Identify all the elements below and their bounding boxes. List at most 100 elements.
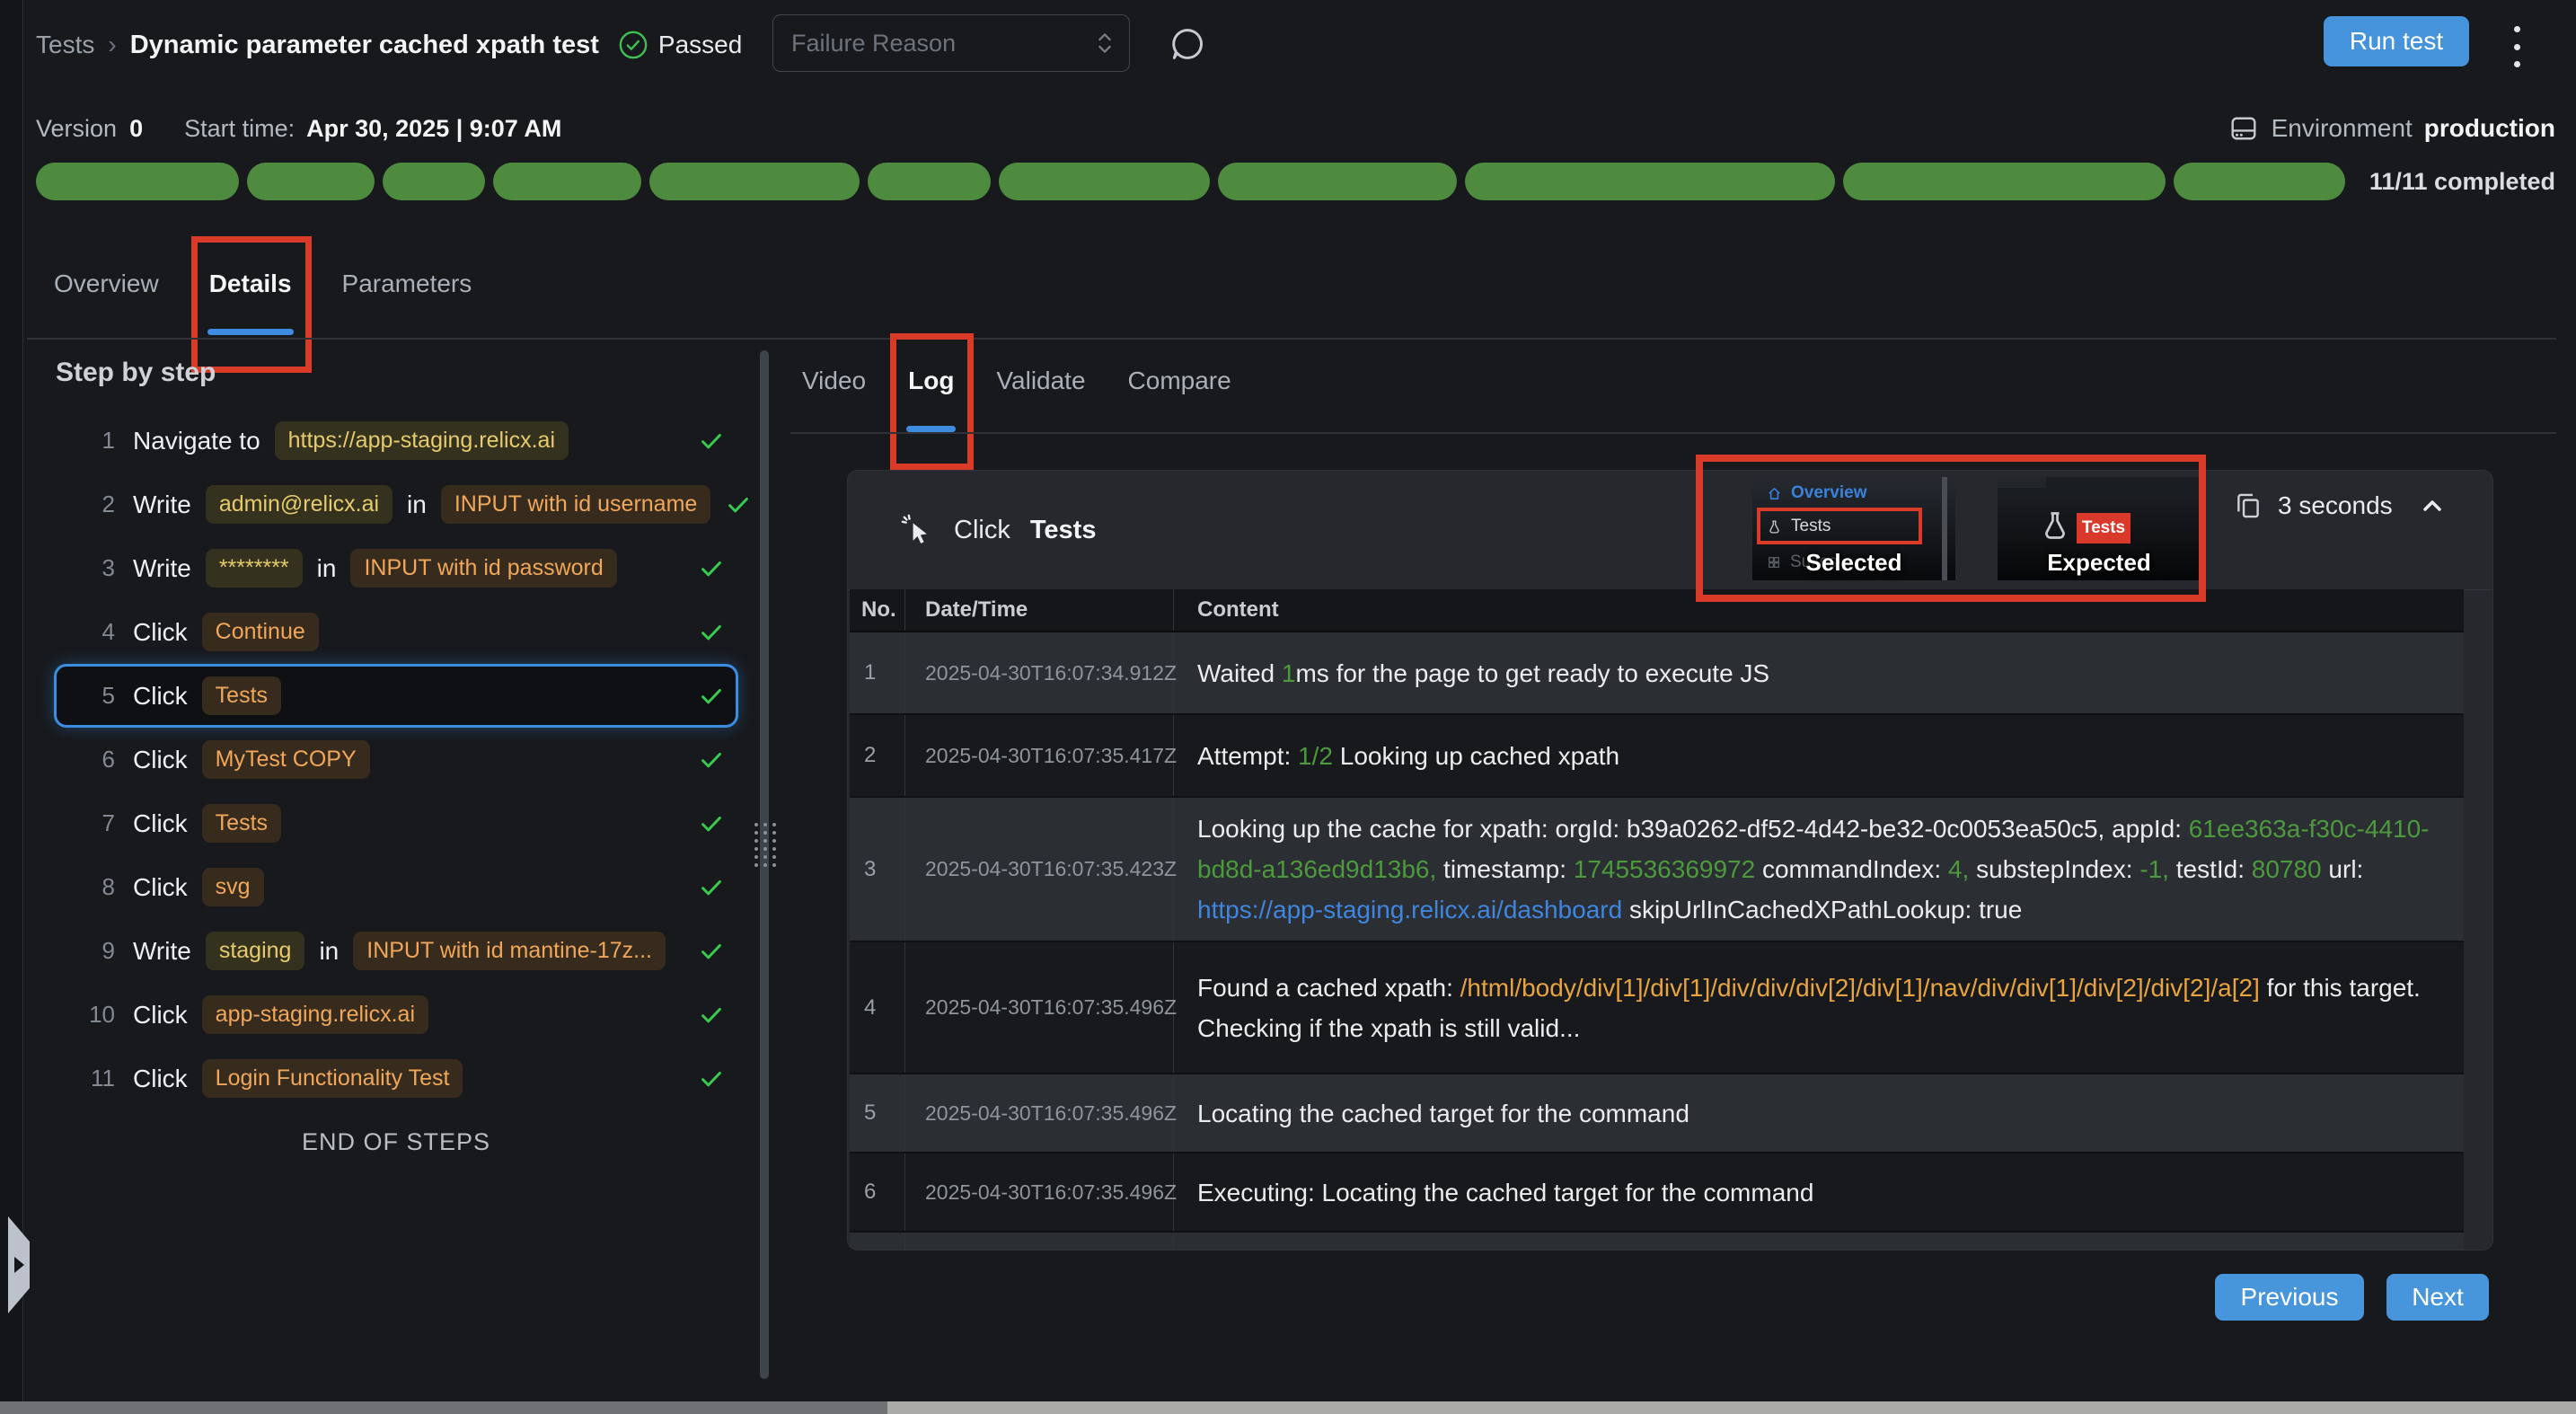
log-cell-content: Found a cached xpath: /html/body/div[1]/…: [1174, 942, 2464, 1073]
panel-resize-handle[interactable]: [754, 823, 777, 867]
tab-details[interactable]: Details: [209, 270, 292, 298]
comment-button[interactable]: [1168, 24, 1207, 68]
horizontal-scrollbar-thumb[interactable]: [887, 1401, 2576, 1414]
version-value: 0: [129, 115, 143, 143]
tab-label: Compare: [1128, 367, 1231, 394]
step-number: 1: [86, 427, 115, 455]
progress-segment: [1218, 163, 1457, 200]
progress-segment: [36, 163, 239, 200]
step-row-3[interactable]: 3Write********inINPUT with id password: [54, 536, 738, 600]
step-action: Click: [133, 1065, 188, 1093]
step-row-5[interactable]: 5ClickTests: [54, 664, 738, 728]
progress-segment: [383, 163, 485, 200]
step-row-7[interactable]: 7ClickTests: [54, 791, 738, 855]
sidebar-expand-handle[interactable]: [8, 1216, 30, 1313]
log-cell-content: Looking up the cache for xpath: orgId: b…: [1174, 798, 2464, 941]
app-root: Tests › Dynamic parameter cached xpath t…: [0, 0, 2576, 1414]
detail-tab-video[interactable]: Video: [802, 367, 866, 395]
next-button-label: Next: [2412, 1283, 2464, 1312]
environment-value: production: [2424, 114, 2555, 143]
step-action: in: [317, 554, 337, 583]
step-passed-check-icon: [698, 1002, 725, 1029]
log-cell-datetime: 2025-04-30T16:07:34.912Z: [905, 632, 1174, 713]
top-bar: Tests › Dynamic parameter cached xpath t…: [36, 0, 742, 90]
step-row-1[interactable]: 1Navigate tohttps://app-staging.relicx.a…: [54, 409, 738, 473]
progress-section: 11/11 completed: [36, 163, 2555, 200]
log-cell-content: Locating the cached target for the comma…: [1174, 1074, 2464, 1152]
log-cell-content: Waited 1ms for the page to get ready to …: [1174, 632, 2464, 713]
log-table: No. Date/Time Content 12025-04-30T16:07:…: [850, 589, 2464, 1251]
tab-label: Parameters: [342, 270, 472, 297]
steps-panel-title: Step by step: [56, 358, 216, 388]
step-action: Write: [133, 554, 191, 583]
step-row-6[interactable]: 6ClickMyTest COPY: [54, 728, 738, 791]
step-action: Click: [133, 1001, 188, 1030]
breadcrumb-tests[interactable]: Tests: [36, 31, 94, 59]
step-target-chip: https://app-staging.relicx.ai: [275, 421, 569, 460]
detail-tab-log[interactable]: Log: [908, 367, 954, 395]
step-row-4[interactable]: 4ClickContinue: [54, 600, 738, 664]
step-row-2[interactable]: 2Writeadmin@relicx.aiinINPUT with id use…: [54, 473, 738, 536]
tab-label: Overview: [54, 270, 159, 297]
previous-button[interactable]: Previous: [2215, 1274, 2364, 1321]
detail-tab-validate[interactable]: Validate: [996, 367, 1085, 395]
environment-info: Environment production: [2228, 106, 2555, 151]
run-meta: Version 0 Start time: Apr 30, 2025 | 9:0…: [36, 106, 561, 151]
progress-segment: [493, 163, 641, 200]
step-target-chip: ********: [206, 549, 303, 588]
steps-list: 1Navigate tohttps://app-staging.relicx.a…: [54, 409, 738, 1156]
selected-screenshot-thumbnail[interactable]: Overview Tests Suites Selected: [1752, 477, 1955, 580]
log-step-action: Click: [954, 516, 1010, 545]
log-row-4: 42025-04-30T16:07:35.496ZFound a cached …: [850, 942, 2464, 1074]
copy-icon[interactable]: [2233, 490, 2263, 521]
step-passed-check-icon: [698, 1065, 725, 1092]
collapsed-left-rail: [0, 0, 23, 1414]
run-test-button[interactable]: Run test: [2324, 16, 2469, 66]
progress-segment: [999, 163, 1210, 200]
step-action: Click: [133, 682, 188, 711]
next-button[interactable]: Next: [2386, 1274, 2489, 1321]
step-row-9[interactable]: 9WritestaginginINPUT with id mantine-17z…: [54, 919, 738, 983]
log-link[interactable]: https://app-staging.relicx.ai/dashboard: [1197, 896, 1622, 924]
more-options-kebab-icon[interactable]: [2502, 24, 2531, 69]
status-badge: Passed: [618, 30, 742, 60]
previous-button-label: Previous: [2241, 1283, 2339, 1312]
active-tab-underline: [906, 426, 956, 432]
step-action: Click: [133, 873, 188, 902]
log-cell-datetime: 2025-04-30T16:07:35.496Z: [905, 942, 1174, 1073]
step-number: 11: [86, 1065, 115, 1092]
flask-icon: [1767, 519, 1782, 535]
log-content-text: Locating the cached target for the comma…: [1197, 1093, 1689, 1134]
log-step-target: Tests: [1030, 516, 1097, 545]
selected-thumbnail-label: Selected: [1752, 549, 1955, 577]
mini-annotation-fill: Tests: [2077, 513, 2130, 544]
col-header-content: Content: [1174, 589, 2464, 631]
log-cell-datetime: 2025-04-30T16:07:35.417Z: [905, 715, 1174, 796]
step-action: Write: [133, 490, 191, 519]
failure-reason-select[interactable]: Failure Reason: [772, 14, 1130, 72]
expected-screenshot-thumbnail[interactable]: Tests Expected: [1998, 477, 2201, 580]
start-time-value: Apr 30, 2025 | 9:07 AM: [306, 115, 561, 143]
detail-tab-compare[interactable]: Compare: [1128, 367, 1231, 395]
log-cell-no: 1: [850, 632, 905, 713]
step-passed-check-icon: [698, 810, 725, 837]
click-cursor-icon: [900, 513, 934, 547]
step-row-8[interactable]: 8Clicksvg: [54, 855, 738, 919]
step-number: 2: [86, 490, 115, 518]
failure-reason-placeholder: Failure Reason: [791, 30, 956, 57]
log-content-text: Found a cached xpath: /html/body/div[1]/…: [1197, 968, 2440, 1048]
step-number: 4: [86, 618, 115, 646]
progress-segment: [247, 163, 375, 200]
log-cell-datetime: 2025-04-30T16:07:35.753Z: [905, 1233, 1174, 1251]
tab-parameters[interactable]: Parameters: [342, 270, 472, 298]
log-cell-no: 6: [850, 1153, 905, 1231]
active-tab-underline: [207, 329, 294, 335]
progress-segment: [2174, 163, 2345, 200]
step-row-11[interactable]: 11ClickLogin Functionality Test: [54, 1047, 738, 1110]
log-cell-no: 2: [850, 715, 905, 796]
step-row-10[interactable]: 10Clickapp-staging.relicx.ai: [54, 983, 738, 1047]
collapse-chevron-up-icon[interactable]: [2418, 491, 2447, 520]
expand-arrow-icon: [14, 1257, 24, 1273]
tab-overview[interactable]: Overview: [54, 270, 159, 298]
step-number: 9: [86, 937, 115, 965]
